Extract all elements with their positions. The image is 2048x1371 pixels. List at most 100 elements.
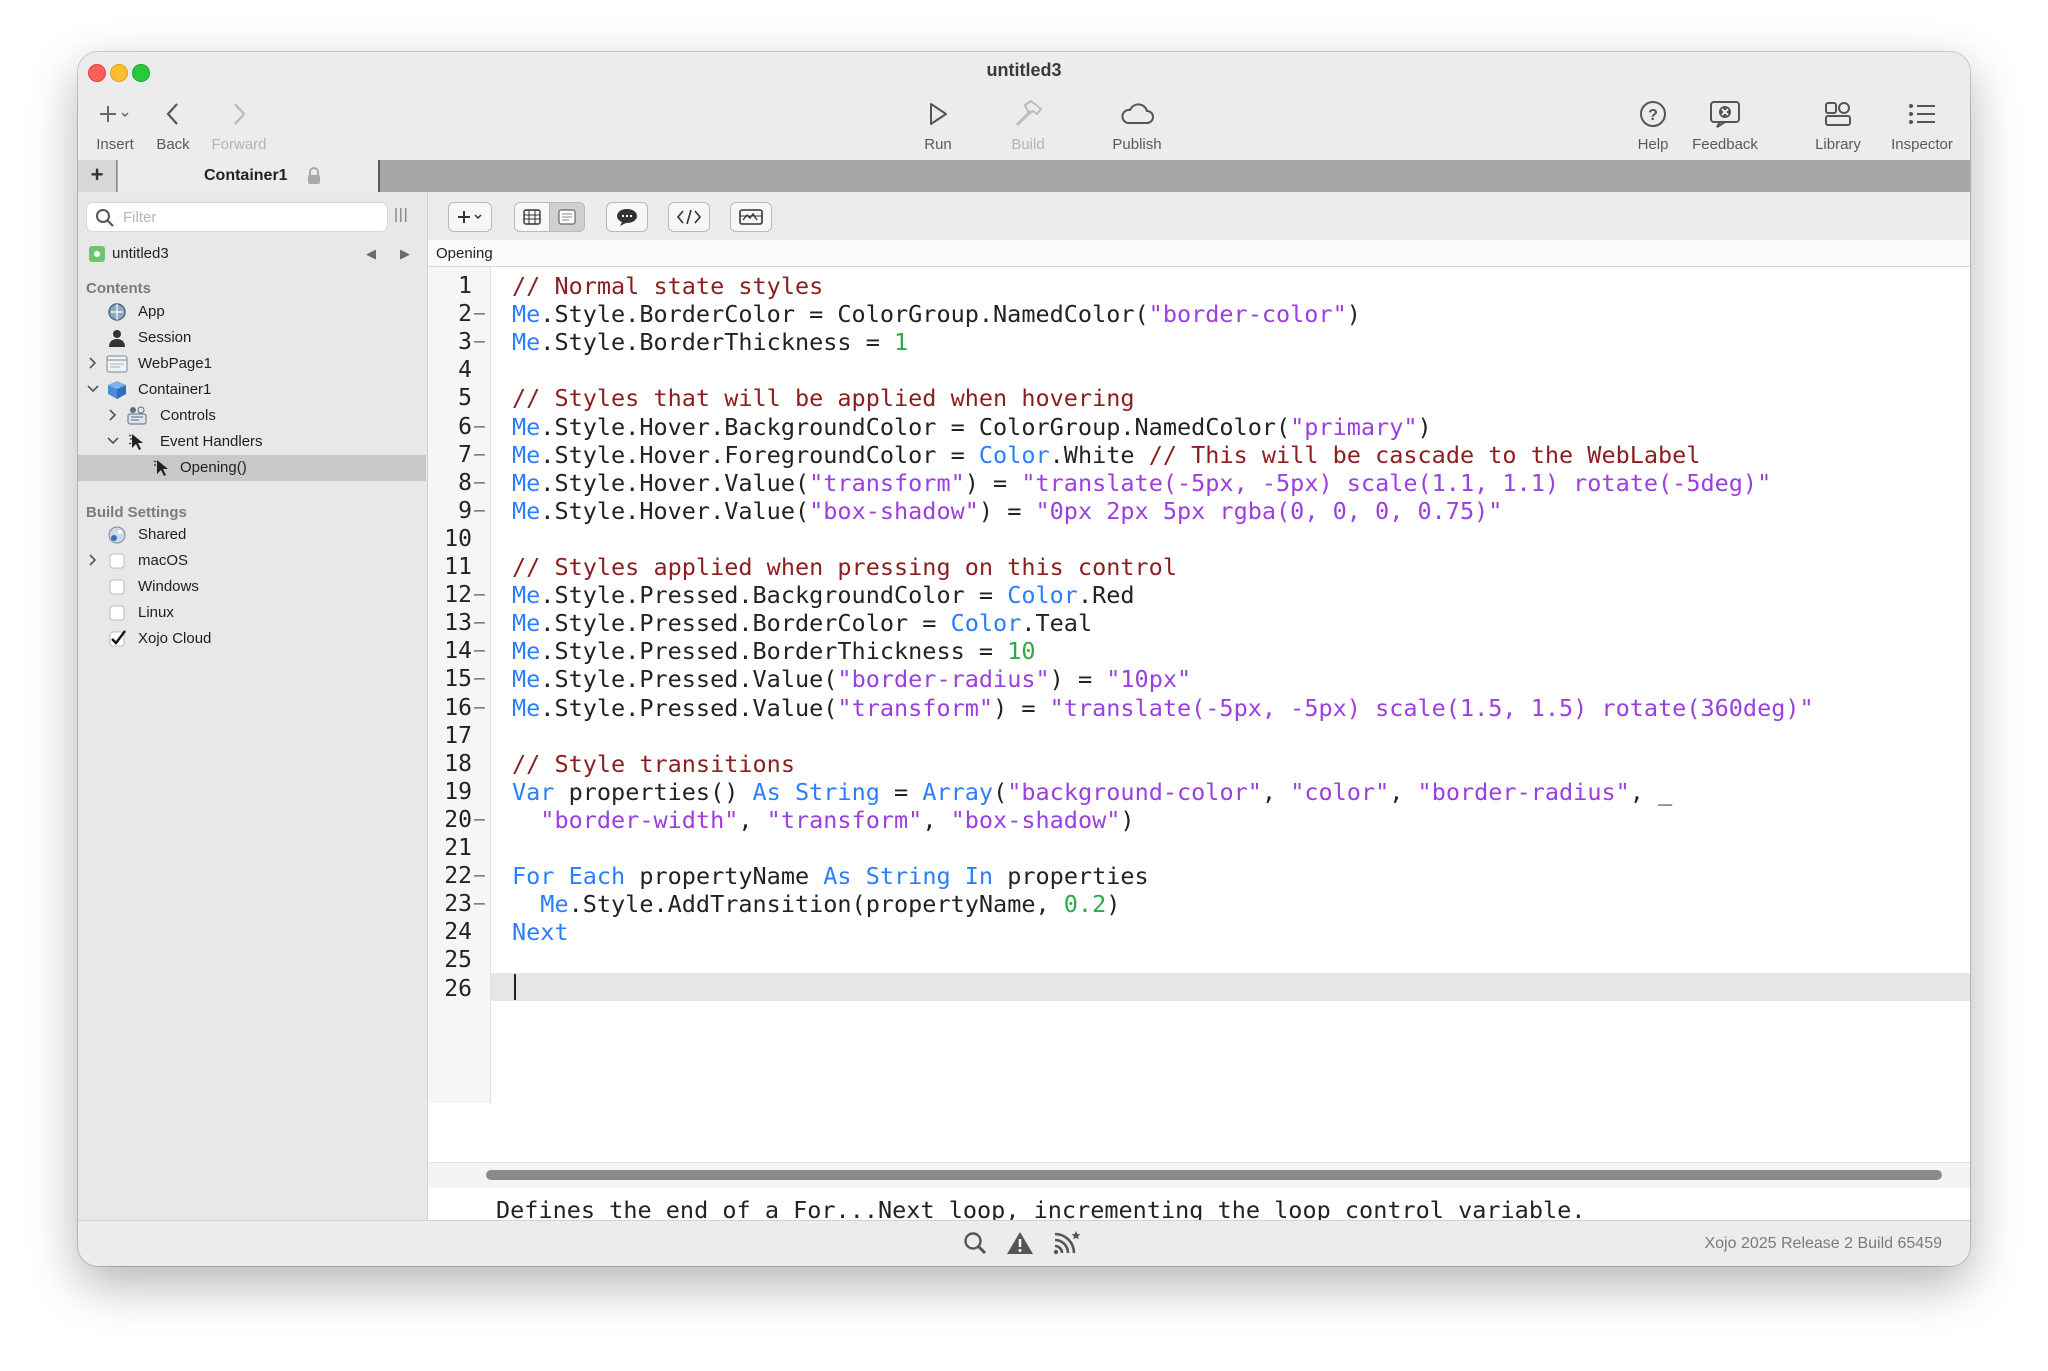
filter-field[interactable] [86,202,388,232]
inspector-button[interactable]: Inspector [1884,96,1960,153]
messages-icon[interactable] [1052,1230,1082,1261]
code-editor-panel: Opening 1// Normal state styles 2— Me.Styl… [428,192,1970,1266]
filter-input[interactable] [121,206,375,228]
sidebar-item-macos[interactable]: macOS [78,548,426,574]
code-line[interactable]: Me.Style.Pressed.Value("border-radius") … [512,665,1191,693]
code-line[interactable]: For Each propertyName As String In prope… [512,862,1149,890]
search-icon[interactable] [962,1230,988,1261]
code-line[interactable]: Me.Style.BorderColor = ColorGroup.NamedC… [512,300,1361,328]
feedback-button[interactable]: Feedback [1686,96,1764,153]
nav-back-arrow-icon[interactable]: ◀ [366,246,376,262]
sidebar-item-event-handlers[interactable]: Event Handlers [78,429,426,455]
sidebar-item-app[interactable]: App [78,299,426,325]
line-number: 15 [444,666,472,693]
back-button[interactable]: Back [148,96,198,153]
code-line[interactable]: // Styles that will be applied when hove… [512,384,1135,412]
code-line[interactable]: Me.Style.Hover.Value("box-shadow") = "0p… [512,497,1502,525]
ide-window: untitled3 Insert Back Forward Run Build … [78,52,1970,1266]
code-brackets-button[interactable] [668,202,710,232]
code-view-button[interactable] [549,202,585,232]
current-line-highlight [428,973,1970,1001]
code-line[interactable]: Next [512,918,569,946]
code-line[interactable]: // Style transitions [512,750,795,778]
line-number: 17 [444,722,472,749]
code-area[interactable]: 1// Normal state styles 2— Me.Style.Border… [428,267,1970,1103]
project-row[interactable]: untitled3 ◀ ▶ [86,242,416,268]
chevron-down-icon[interactable] [106,434,120,448]
linux-checkbox[interactable] [106,602,128,624]
sidebar-item-opening[interactable]: Opening() [78,455,426,481]
line-marker: — [474,893,485,915]
line-number: 19 [444,778,472,805]
sidebar-item-container1[interactable]: Container1 [78,377,426,403]
line-number: 26 [444,975,472,1002]
insert-button[interactable]: Insert [86,96,144,153]
code-line[interactable]: Me.Style.Hover.Value("transform") = "tra… [512,469,1771,497]
add-item-button[interactable] [448,202,492,232]
shared-icon [106,524,128,546]
layout-view-button[interactable] [514,202,550,232]
forward-label: Forward [211,136,267,153]
tab-container1[interactable]: Container1 [118,160,380,192]
breadcrumb: Opening [428,240,1970,267]
tab-label: Container1 [204,167,288,184]
code-line[interactable]: Me.Style.Pressed.BackgroundColor = Color… [512,581,1135,609]
chevron-right-icon[interactable] [106,408,120,422]
add-tab-button[interactable]: + [78,160,117,192]
code-line[interactable]: "border-width", "transform", "box-shadow… [512,806,1134,834]
code-line[interactable]: Me.Style.Hover.ForegroundColor = Color.W… [512,441,1700,469]
library-button[interactable]: Library [1808,96,1868,153]
warning-icon[interactable] [1006,1230,1034,1261]
build-button[interactable]: Build [1000,96,1056,153]
line-marker: — [474,668,485,690]
line-marker: — [474,331,485,353]
forward-button[interactable]: Forward [206,96,272,153]
sidebar-item-windows[interactable]: Windows [78,574,426,600]
columns-toggle-icon[interactable]: ||| [394,206,409,223]
status-bar: Xojo 2025 Release 2 Build 65459 [78,1220,1970,1266]
chevron-right-icon[interactable] [86,553,100,567]
code-line[interactable]: Me.Style.Pressed.BorderThickness = 10 [512,637,1035,665]
hammer-icon [1000,96,1056,132]
code-line[interactable]: Me.Style.AddTransition(propertyName, 0.2… [512,890,1120,918]
container-icon [106,379,128,401]
sidebar-item-xojo-cloud[interactable]: Xojo Cloud [78,626,426,652]
sidebar-item-controls[interactable]: Controls [78,403,426,429]
publish-button[interactable]: Publish [1102,96,1172,153]
line-number: 7 [458,441,472,468]
sidebar-item-shared[interactable]: Shared [78,522,426,548]
build-settings-header: Build Settings [86,504,187,521]
xojo-cloud-checkbox[interactable] [106,628,128,650]
nav-forward-arrow-icon[interactable]: ▶ [400,246,410,262]
chevron-right-icon[interactable] [86,356,100,370]
code-line[interactable]: Me.Style.Pressed.BorderColor = Color.Tea… [512,609,1092,637]
profiler-button[interactable] [730,202,772,232]
breadcrumb-label: Opening [436,245,493,262]
code-line[interactable]: Me.Style.Hover.BackgroundColor = ColorGr… [512,413,1432,441]
code-line[interactable]: Var properties() As String = Array("back… [512,778,1672,806]
comment-button[interactable] [606,202,648,232]
code-line[interactable]: // Normal state styles [512,272,823,300]
sidebar-item-linux[interactable]: Linux [78,600,426,626]
macos-checkbox[interactable] [106,550,128,572]
windows-checkbox[interactable] [106,576,128,598]
chevron-left-icon [148,96,198,132]
sidebar-item-label: Controls [160,407,216,424]
lock-icon[interactable] [306,166,322,191]
code-line[interactable]: Me.Style.BorderThickness = 1 [512,328,908,356]
line-number: 6 [458,413,472,440]
horizontal-scrollbar[interactable] [486,1170,1942,1180]
sidebar-item-webpage1[interactable]: WebPage1 [78,351,426,377]
run-button[interactable]: Run [912,96,964,153]
sidebar-item-session[interactable]: Session [78,325,426,351]
help-button[interactable]: ? Help [1628,96,1678,153]
code-line[interactable]: Me.Style.Pressed.Value("transform") = "t… [512,694,1814,722]
chevron-down-icon[interactable] [86,382,100,396]
line-number: 12 [444,582,472,609]
code-line[interactable]: // Styles applied when pressing on this … [512,553,1177,581]
sidebar-item-label: Session [138,329,192,346]
title-bar: untitled3 Insert Back Forward Run Build … [78,52,1970,160]
navigator-sidebar: ||| untitled3 ◀ ▶ Contents App Session [78,192,428,1220]
webpage-icon [106,353,128,375]
line-number: 14 [444,638,472,665]
